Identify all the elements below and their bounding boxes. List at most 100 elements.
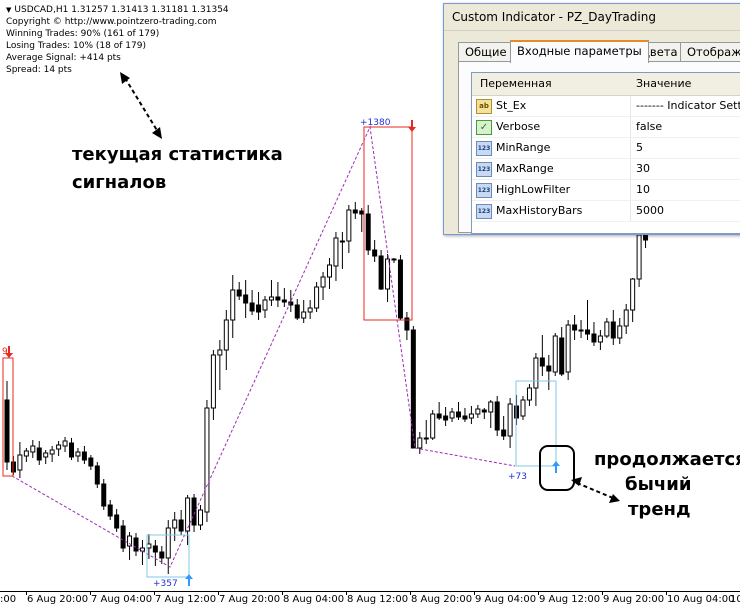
- dialog-title[interactable]: Custom Indicator - PZ_DayTrading: [444, 4, 740, 31]
- integer-type-icon: 123: [476, 141, 492, 156]
- candle-body: [591, 333, 597, 343]
- candle-body: [268, 296, 274, 301]
- candle-body: [636, 234, 642, 280]
- x-tick-mark: [282, 591, 283, 595]
- candle-body: [249, 302, 255, 312]
- buy-arrow-icon: [552, 461, 560, 473]
- candle-body: [275, 296, 281, 301]
- tab-general[interactable]: Общие: [458, 42, 514, 62]
- signal-connector-line: [11, 125, 516, 568]
- candle-body: [159, 551, 165, 559]
- dropdown-triangle-icon[interactable]: ▼: [6, 6, 11, 14]
- x-tick-mark: [154, 591, 155, 595]
- signal-label: +1380: [360, 118, 391, 128]
- candle-body: [417, 437, 423, 449]
- x-axis-line: [0, 591, 740, 592]
- x-tick-mark: [346, 591, 347, 595]
- annotation-arrow-line: [576, 482, 614, 499]
- symbol-quote: USDCAD,H1 1.31257 1.31413 1.31181 1.3135…: [14, 5, 229, 15]
- custom-indicator-dialog[interactable]: Custom Indicator - PZ_DayTrading Общие В…: [443, 3, 740, 235]
- average-signal: Average Signal: +414 pts: [6, 53, 121, 63]
- candle-body: [610, 321, 616, 339]
- column-divider: [630, 96, 631, 116]
- column-divider: [630, 138, 631, 158]
- parameter-row[interactable]: ✓ Verbose false: [472, 117, 740, 138]
- spread: Spread: 14 pts: [6, 65, 72, 75]
- candle-body: [81, 451, 87, 461]
- candle-body: [49, 449, 55, 455]
- column-divider: [630, 159, 631, 179]
- annotation-arrow-line: [124, 77, 159, 133]
- candle-body: [88, 457, 94, 467]
- candle-body: [333, 237, 339, 267]
- x-tick-label: 8 Aug 20:00: [411, 594, 473, 605]
- x-tick-label: 7 Aug 20:00: [219, 594, 281, 605]
- candle-body: [623, 309, 629, 327]
- candle-body: [423, 437, 429, 440]
- candle-body: [604, 321, 610, 337]
- parameter-value[interactable]: ------- Indicator Setti: [636, 96, 740, 116]
- candle-body: [17, 454, 23, 471]
- candle-body: [30, 445, 36, 453]
- tab-input-parameters[interactable]: Входные параметры: [510, 40, 649, 63]
- candle-body: [62, 440, 68, 447]
- candle-body: [236, 289, 242, 297]
- parameter-name: MinRange: [496, 141, 551, 154]
- parameter-row[interactable]: 123 MaxRange 30: [472, 159, 740, 180]
- column-value[interactable]: Значение: [636, 73, 691, 95]
- parameter-value[interactable]: 5000: [636, 201, 664, 221]
- string-type-icon: ab: [476, 99, 492, 114]
- candle-body: [152, 545, 158, 553]
- candle-body: [36, 447, 42, 461]
- candle-body: [217, 349, 223, 356]
- parameter-row[interactable]: 123 MinRange 5: [472, 138, 740, 159]
- x-tick-label: 8 Aug 04:00: [283, 594, 345, 605]
- parameter-value[interactable]: 10: [636, 180, 650, 200]
- candle-body: [436, 413, 442, 419]
- candle-body: [172, 519, 178, 529]
- candle-body: [101, 483, 107, 507]
- candle-body: [320, 276, 326, 288]
- annotation-stats-line1: текущая статистика: [72, 144, 283, 165]
- candle-body: [139, 547, 145, 552]
- x-tick-label: 6 Aug 20:00: [27, 594, 89, 605]
- candle-body: [120, 525, 126, 549]
- parameter-name: Verbose: [496, 120, 541, 133]
- candle-body: [468, 413, 474, 419]
- candle-body: [559, 337, 565, 375]
- parameters-grid[interactable]: Переменная Значение ab St_Ex ------- Indic…: [471, 72, 740, 234]
- parameter-value[interactable]: 30: [636, 159, 650, 179]
- candle-body: [385, 258, 391, 290]
- candle-body: [294, 304, 300, 319]
- parameter-name: MaxRange: [496, 162, 554, 175]
- candle-body: [339, 240, 345, 243]
- parameter-value[interactable]: false: [636, 117, 662, 137]
- candle-body: [494, 401, 500, 431]
- candle-body: [565, 324, 571, 373]
- candle-body: [301, 311, 307, 319]
- candle-body: [539, 357, 545, 367]
- signal-label: 9: [2, 347, 8, 357]
- sell-arrow-icon: [408, 120, 416, 132]
- candle-body: [507, 403, 513, 437]
- candle-body: [256, 304, 262, 313]
- parameter-row[interactable]: 123 MaxHistoryBars 5000: [472, 201, 740, 222]
- x-tick-label: 9 Aug 12:00: [539, 594, 601, 605]
- x-tick-label: 8 Aug 12:00: [347, 594, 409, 605]
- candle-body: [191, 497, 197, 526]
- parameter-row[interactable]: 123 HighLowFilter 10: [472, 180, 740, 201]
- parameter-value[interactable]: 5: [636, 138, 643, 158]
- candle-body: [178, 519, 184, 532]
- candle-body: [307, 307, 313, 313]
- winning-trades: Winning Trades: 90% (161 of 179): [6, 29, 160, 39]
- candle-body: [597, 335, 603, 343]
- x-tick-label: 7 Aug 12:00: [155, 594, 217, 605]
- x-tick-mark: [666, 591, 667, 595]
- candle-body: [449, 411, 455, 419]
- tab-display[interactable]: Отображе: [680, 42, 740, 62]
- signal-label: +357: [153, 579, 178, 589]
- column-variable[interactable]: Переменная: [480, 73, 552, 95]
- x-tick-label: 7 Aug 04:00: [91, 594, 153, 605]
- candle-body: [533, 357, 539, 389]
- parameter-row[interactable]: ab St_Ex ------- Indicator Setti: [472, 96, 740, 117]
